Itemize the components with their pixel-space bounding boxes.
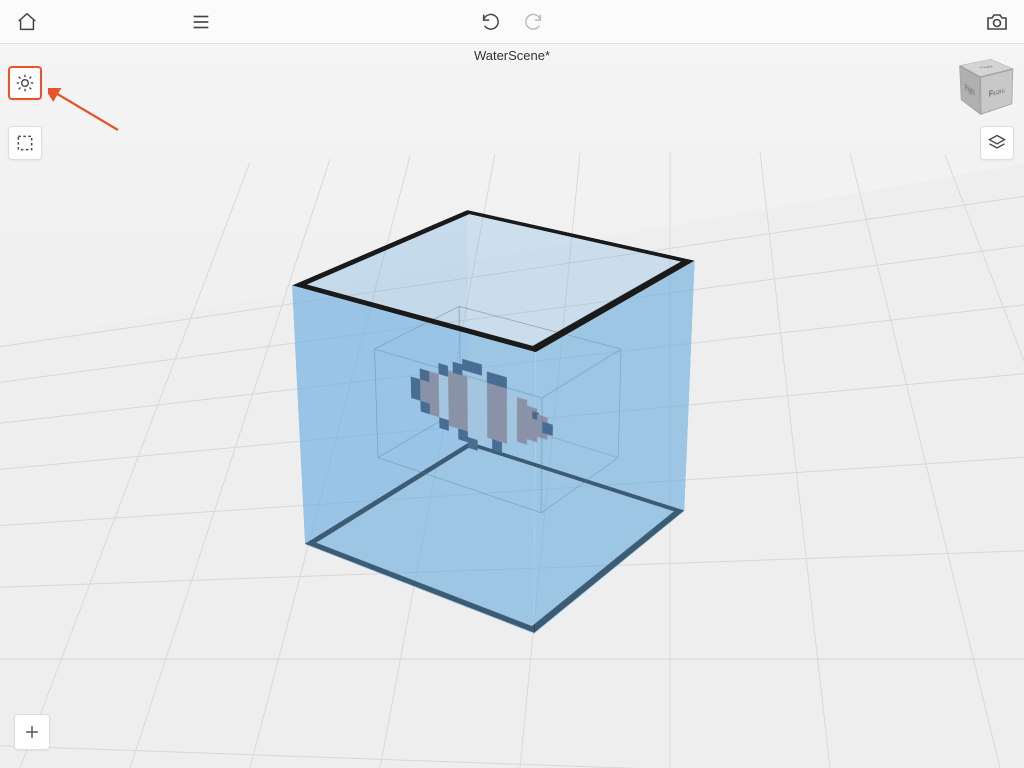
top-toolbar	[0, 0, 1024, 44]
sun-icon	[15, 73, 35, 93]
viewcube-front[interactable]: Front	[980, 69, 1013, 115]
home-button[interactable]	[14, 9, 40, 35]
add-button[interactable]	[14, 714, 50, 750]
home-icon	[16, 11, 38, 33]
camera-button[interactable]	[984, 9, 1010, 35]
layers-icon	[987, 133, 1007, 153]
layers-button[interactable]	[980, 126, 1014, 160]
camera-icon	[985, 10, 1009, 34]
document-title: WaterScene*	[474, 48, 550, 63]
render-mode-button[interactable]	[8, 66, 42, 100]
scene-object-aquarium[interactable]	[0, 44, 1024, 768]
toolbar-center	[478, 9, 546, 35]
undo-icon	[480, 11, 502, 33]
toolbar-left	[14, 9, 214, 35]
plus-icon	[22, 722, 42, 742]
undo-button[interactable]	[478, 9, 504, 35]
toolbar-right	[984, 9, 1010, 35]
menu-button[interactable]	[188, 9, 214, 35]
annotation-arrow	[48, 88, 128, 138]
redo-icon	[522, 11, 544, 33]
selection-tool-button[interactable]	[8, 126, 42, 160]
selection-box-icon	[15, 133, 35, 153]
view-cube[interactable]: Top Right Front	[959, 56, 1014, 111]
menu-icon	[190, 11, 212, 33]
redo-button[interactable]	[520, 9, 546, 35]
